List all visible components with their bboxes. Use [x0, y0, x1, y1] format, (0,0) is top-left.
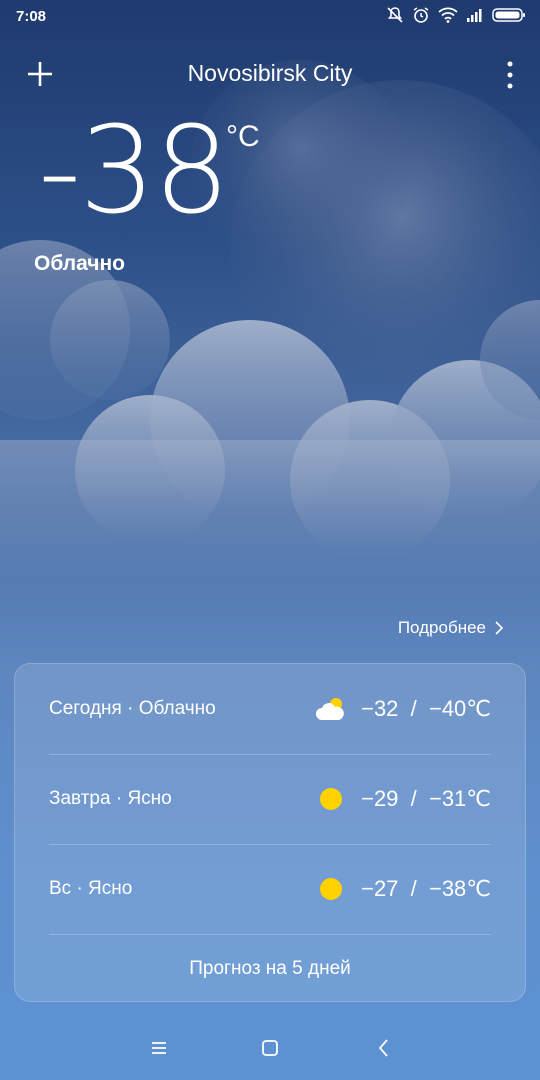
forecast-day-label: Вс · Ясно [49, 878, 133, 899]
forecast-temp-range: −27 / −38℃ [361, 876, 491, 901]
forecast-temp-range: −29 / −31℃ [361, 786, 491, 811]
sun-icon [320, 788, 343, 810]
top-bar: Novosibirsk City [0, 52, 540, 98]
wifi-icon [438, 7, 458, 23]
status-time: 7:08 [16, 8, 47, 25]
partly-cloudy-icon [316, 698, 344, 720]
forecast-row-tomorrow[interactable]: Завтра · Ясно −29 / −31℃ [49, 754, 491, 845]
current-condition: Облачно [34, 252, 125, 275]
forecast-row-sunday[interactable]: Вс · Ясно −27 / −38℃ [49, 844, 491, 935]
forecast-day-label: Сегодня · Облачно [49, 698, 216, 719]
navigation-bar [0, 1026, 540, 1070]
status-icons [386, 6, 526, 24]
temperature-unit: °C [226, 120, 260, 153]
details-link-label: Подробнее [397, 618, 486, 637]
menu-icon[interactable] [145, 1034, 173, 1062]
forecast-card: Сегодня · Облачно −32 / −40℃ Завтра · Яс… [14, 663, 526, 1002]
sun-icon [320, 878, 343, 900]
current-temperature-block: -38 °C [38, 102, 260, 241]
chevron-right-icon [495, 621, 504, 635]
forecast-temp-range: −32 / −40℃ [361, 696, 491, 721]
alarm-icon [413, 7, 429, 23]
mute-notification-icon [387, 7, 403, 23]
signal-icon [467, 9, 482, 22]
more-options-icon[interactable] [504, 60, 516, 90]
current-temperature: -38 [38, 102, 230, 241]
battery-icon [492, 8, 525, 22]
five-day-forecast-button[interactable]: Прогноз на 5 дней [15, 934, 525, 1003]
city-name[interactable]: Novosibirsk City [0, 60, 540, 87]
back-icon[interactable] [370, 1034, 398, 1062]
details-link[interactable]: Подробнее [398, 618, 504, 638]
status-bar: 7:08 [0, 0, 540, 34]
forecast-day-label: Завтра · Ясно [49, 788, 172, 809]
forecast-row-today[interactable]: Сегодня · Облачно −32 / −40℃ [49, 664, 491, 755]
home-icon[interactable] [256, 1034, 284, 1062]
